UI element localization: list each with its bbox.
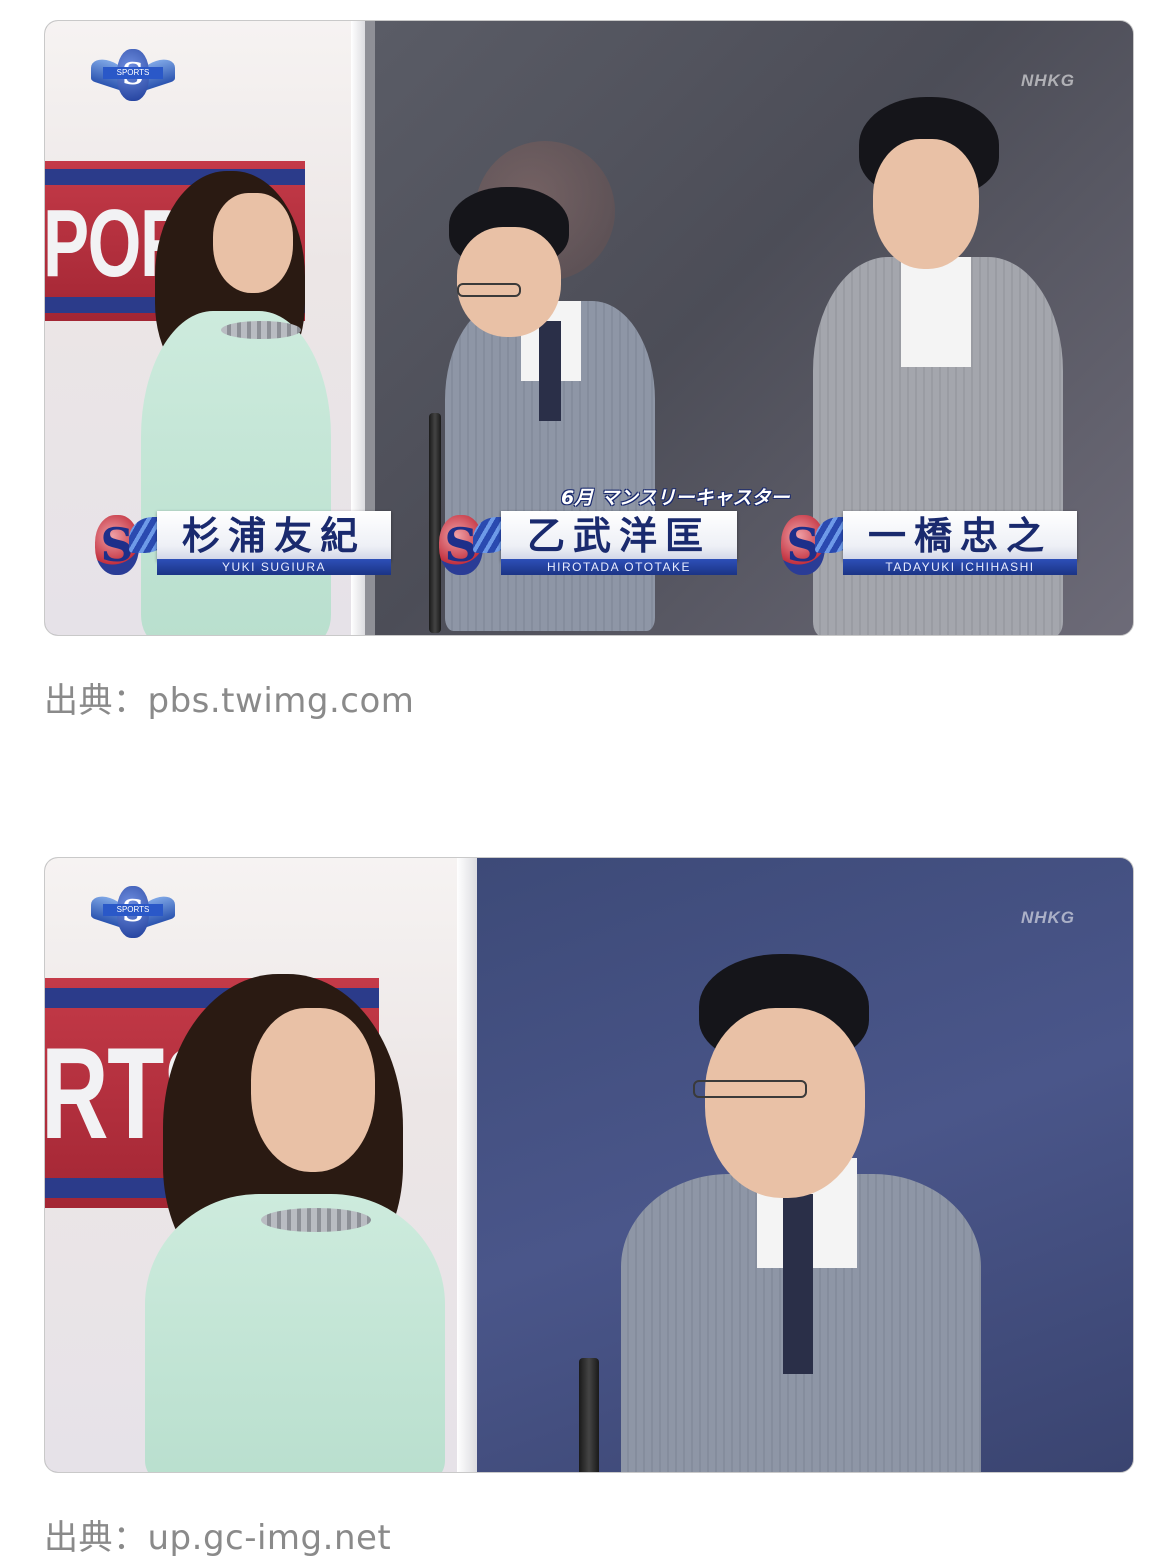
source-caption-2: 出典：up.gc-img.net	[44, 1518, 392, 1558]
plate-roman: TADAYUKI ICHIHASHI	[843, 559, 1077, 575]
plate-name: 乙武洋匡	[526, 513, 711, 558]
plate-name: 一橋忠之	[867, 513, 1052, 558]
sports-emblem: S SPORTS	[91, 49, 175, 107]
source-caption-1: 出典：pbs.twimg.com	[44, 681, 415, 721]
broadcast-photo-2[interactable]: RTS S SPORTS NHKG	[44, 857, 1134, 1473]
plate-roman: YUKI SUGIURA	[157, 559, 391, 575]
plate-name: 杉浦友紀	[181, 513, 366, 558]
sports-emblem: S SPORTS	[91, 886, 175, 944]
plate-roman: HIROTADA OTOTAKE	[501, 559, 737, 575]
set-frame	[457, 858, 477, 1472]
monthly-caster-label: 6月 マンスリーキャスター	[561, 487, 790, 509]
broadcast-photo-1[interactable]: PORTS S SPORTS NHKG 6月 マンスリーキャスター S 杉浦友紀…	[44, 20, 1134, 636]
channel-watermark: NHKG	[1020, 71, 1075, 90]
channel-watermark: NHKG	[1020, 908, 1075, 927]
name-plate-sugiura: S 杉浦友紀 YUKI SUGIURA	[95, 511, 391, 581]
name-plate-ototake: S 乙武洋匡 HIROTADA OTOTAKE	[439, 511, 737, 581]
name-plate-ichihashi: S 一橋忠之 TADAYUKI ICHIHASHI	[781, 511, 1077, 581]
